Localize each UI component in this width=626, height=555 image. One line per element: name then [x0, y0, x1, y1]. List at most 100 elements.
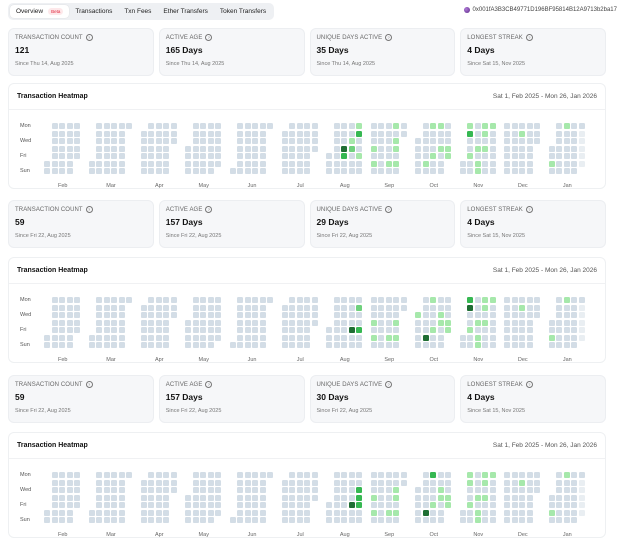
help-icon[interactable]: ?	[385, 206, 393, 213]
heatmap-day-cell[interactable]	[163, 153, 169, 159]
heatmap-day-cell[interactable]	[304, 145, 310, 152]
help-icon[interactable]: ?	[205, 206, 213, 213]
heatmap-day-cell[interactable]	[563, 342, 570, 348]
heatmap-day-cell[interactable]	[474, 123, 481, 129]
heatmap-day-cell[interactable]	[430, 517, 436, 523]
heatmap-day-cell[interactable]	[341, 502, 347, 508]
heatmap-day-cell[interactable]	[289, 168, 295, 174]
heatmap-day-cell[interactable]	[571, 334, 577, 341]
heatmap-day-cell[interactable]	[252, 168, 258, 174]
heatmap-day-cell[interactable]	[385, 327, 392, 333]
heatmap-day-cell[interactable]	[170, 304, 177, 311]
heatmap-day-cell[interactable]	[385, 123, 392, 129]
heatmap-day-cell[interactable]	[118, 494, 125, 501]
heatmap-day-cell[interactable]	[111, 168, 117, 174]
heatmap-day-cell[interactable]	[311, 145, 318, 152]
heatmap-day-cell[interactable]	[111, 130, 117, 137]
heatmap-day-cell[interactable]	[281, 168, 288, 174]
heatmap-day-cell[interactable]	[370, 472, 377, 478]
heatmap-day-cell[interactable]	[59, 327, 65, 333]
heatmap-day-cell[interactable]	[511, 138, 518, 144]
heatmap-day-cell[interactable]	[170, 138, 177, 144]
heatmap-day-cell[interactable]	[333, 494, 340, 501]
heatmap-day-cell[interactable]	[378, 145, 384, 152]
heatmap-day-cell[interactable]	[578, 160, 585, 167]
heatmap-day-cell[interactable]	[185, 160, 191, 167]
heatmap-day-cell[interactable]	[437, 145, 444, 152]
heatmap-day-cell[interactable]	[348, 517, 355, 523]
heatmap-day-cell[interactable]	[74, 123, 80, 129]
heatmap-day-cell[interactable]	[59, 479, 65, 486]
heatmap-day-cell[interactable]	[296, 327, 303, 333]
heatmap-day-cell[interactable]	[393, 327, 399, 333]
heatmap-day-cell[interactable]	[140, 138, 147, 144]
heatmap-day-cell[interactable]	[326, 342, 332, 348]
heatmap-day-cell[interactable]	[103, 502, 110, 508]
heatmap-day-cell[interactable]	[571, 479, 577, 486]
heatmap-day-cell[interactable]	[430, 487, 436, 493]
heatmap-day-cell[interactable]	[281, 494, 288, 501]
heatmap-day-cell[interactable]	[170, 472, 177, 478]
heatmap-day-cell[interactable]	[289, 160, 295, 167]
heatmap-day-cell[interactable]	[378, 168, 384, 174]
heatmap-day-cell[interactable]	[548, 160, 555, 167]
heatmap-day-cell[interactable]	[207, 168, 214, 174]
heatmap-day-cell[interactable]	[259, 494, 266, 501]
heatmap-day-cell[interactable]	[51, 130, 58, 137]
heatmap-day-cell[interactable]	[207, 472, 214, 478]
heatmap-day-cell[interactable]	[281, 312, 288, 318]
heatmap-day-cell[interactable]	[66, 487, 73, 493]
heatmap-day-cell[interactable]	[111, 304, 117, 311]
heatmap-day-cell[interactable]	[511, 304, 518, 311]
heatmap-day-cell[interactable]	[556, 319, 562, 326]
heatmap-day-cell[interactable]	[467, 304, 473, 311]
help-icon[interactable]: ?	[85, 206, 93, 213]
heatmap-day-cell[interactable]	[385, 342, 392, 348]
heatmap-day-cell[interactable]	[563, 472, 570, 478]
heatmap-day-cell[interactable]	[482, 138, 488, 144]
heatmap-day-cell[interactable]	[289, 487, 295, 493]
heatmap-day-cell[interactable]	[356, 168, 362, 174]
heatmap-day-cell[interactable]	[59, 160, 65, 167]
heatmap-day-cell[interactable]	[348, 494, 355, 501]
heatmap-day-cell[interactable]	[74, 487, 80, 493]
heatmap-day-cell[interactable]	[571, 502, 577, 508]
help-icon[interactable]: ?	[385, 34, 393, 41]
heatmap-day-cell[interactable]	[571, 312, 577, 318]
heatmap-day-cell[interactable]	[504, 479, 510, 486]
heatmap-day-cell[interactable]	[148, 160, 154, 167]
heatmap-day-cell[interactable]	[155, 327, 162, 333]
heatmap-day-cell[interactable]	[259, 319, 266, 326]
heatmap-day-cell[interactable]	[415, 138, 421, 144]
heatmap-day-cell[interactable]	[118, 487, 125, 493]
heatmap-day-cell[interactable]	[489, 145, 496, 152]
heatmap-day-cell[interactable]	[526, 342, 533, 348]
help-icon[interactable]: ?	[525, 34, 533, 41]
heatmap-day-cell[interactable]	[148, 130, 154, 137]
heatmap-day-cell[interactable]	[422, 327, 429, 333]
heatmap-day-cell[interactable]	[111, 123, 117, 129]
help-icon[interactable]: ?	[525, 206, 533, 213]
heatmap-day-cell[interactable]	[348, 168, 355, 174]
heatmap-day-cell[interactable]	[563, 153, 570, 159]
heatmap-day-cell[interactable]	[571, 168, 577, 174]
heatmap-day-cell[interactable]	[511, 130, 518, 137]
heatmap-day-cell[interactable]	[163, 472, 169, 478]
heatmap-day-cell[interactable]	[259, 479, 266, 486]
heatmap-day-cell[interactable]	[237, 160, 243, 167]
heatmap-day-cell[interactable]	[571, 297, 577, 303]
heatmap-day-cell[interactable]	[96, 327, 102, 333]
heatmap-day-cell[interactable]	[51, 312, 58, 318]
heatmap-day-cell[interactable]	[474, 304, 481, 311]
heatmap-day-cell[interactable]	[474, 319, 481, 326]
heatmap-day-cell[interactable]	[311, 312, 318, 318]
heatmap-day-cell[interactable]	[215, 153, 221, 159]
heatmap-day-cell[interactable]	[289, 123, 295, 129]
heatmap-day-cell[interactable]	[422, 138, 429, 144]
heatmap-day-cell[interactable]	[51, 304, 58, 311]
heatmap-day-cell[interactable]	[356, 509, 362, 516]
heatmap-day-cell[interactable]	[437, 312, 444, 318]
heatmap-day-cell[interactable]	[140, 168, 147, 174]
heatmap-day-cell[interactable]	[103, 479, 110, 486]
heatmap-day-cell[interactable]	[289, 138, 295, 144]
